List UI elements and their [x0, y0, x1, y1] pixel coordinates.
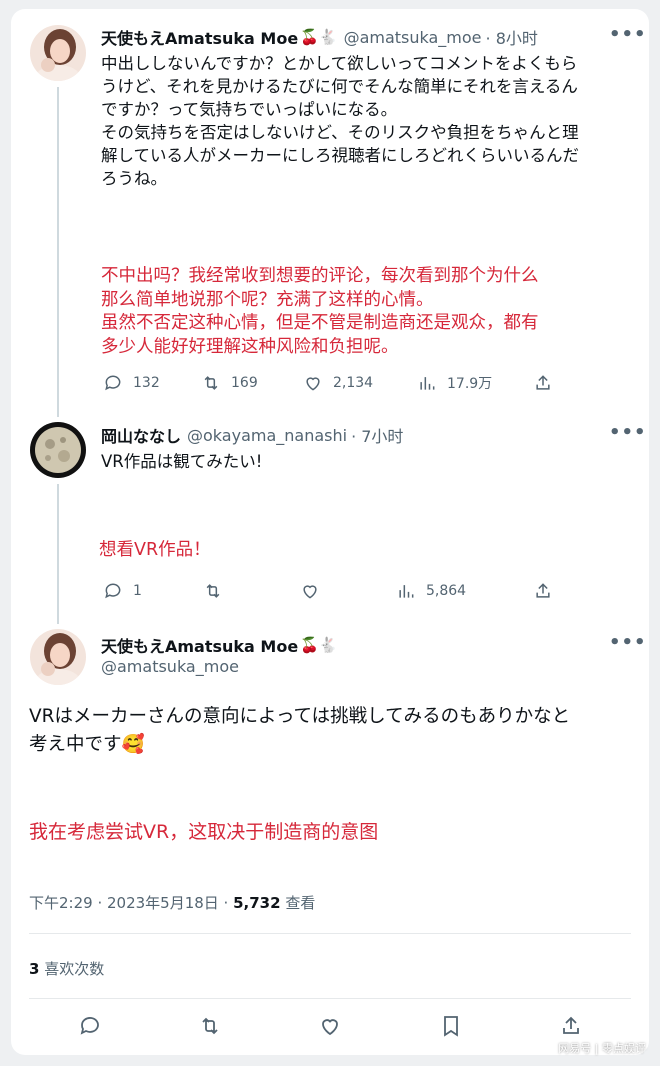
tweet2-like-button[interactable]: [300, 581, 320, 601]
tweet3-share-button[interactable]: [559, 1014, 583, 1038]
tweet3-like-button[interactable]: [318, 1014, 342, 1038]
tweet1-like-button[interactable]: 2,134: [303, 373, 373, 393]
watermark: 网易号 | 零点娱评: [558, 1042, 646, 1055]
tweet1-header: 天使もえAmatsuka Moe 🍒🐇 @amatsuka_moe · 8小时: [101, 25, 538, 49]
tweet1-reply-button[interactable]: 132: [103, 373, 160, 393]
tweet2-display-name[interactable]: 岡山ななし: [101, 423, 181, 447]
tweet2-reply-count: 1: [133, 583, 142, 599]
heart-icon: [306, 377, 320, 391]
tweet3-bookmark-button[interactable]: [439, 1014, 463, 1038]
tweet1-views-button[interactable]: 17.9万: [417, 373, 492, 393]
tweet3-view-count: 5,732: [233, 894, 281, 912]
tweet3-handle[interactable]: @amatsuka_moe: [101, 657, 239, 676]
reply-icon: [80, 1017, 99, 1035]
divider: [29, 998, 631, 999]
retweet-icon: [204, 376, 218, 390]
tweet3-name-emojis: 🍒🐇: [300, 636, 338, 654]
views-chart-icon: [399, 585, 414, 598]
tweet2-handle[interactable]: @okayama_nanashi: [187, 426, 347, 445]
divider: [29, 933, 631, 934]
tweet3-handle-row: @amatsuka_moe: [101, 657, 239, 676]
tweet1-like-count: 2,134: [333, 375, 374, 391]
tweet1-time[interactable]: · 8小时: [486, 25, 538, 49]
retweet-icon: [202, 1017, 218, 1035]
tweet3-text: VRはメーカーさんの意向によっては挑戦してみるのもありかなと 考え中です🥰: [29, 706, 571, 755]
tweet2-retweet-button[interactable]: [203, 581, 223, 601]
thread-line: [57, 484, 59, 624]
tweet3-reply-button[interactable]: [78, 1014, 102, 1038]
tweet3-display-name[interactable]: 天使もえAmatsuka Moe: [101, 633, 298, 657]
tweet2-time[interactable]: · 7小时: [351, 423, 403, 447]
avatar-amatsuka-moe[interactable]: [30, 25, 86, 81]
tweet-thread-card: 天使もえAmatsuka Moe 🍒🐇 @amatsuka_moe · 8小时 …: [11, 9, 649, 1055]
tweet3-timestamp[interactable]: 下午2:29 · 2023年5月18日 ·: [29, 894, 233, 912]
reply-icon: [105, 375, 121, 391]
tweet2-more-icon[interactable]: •••: [609, 422, 647, 443]
tweet1-retweet-count: 169: [231, 375, 258, 391]
heart-icon: [303, 585, 317, 599]
tweet1-translation: 不中出吗？我经常收到想要的评论，每次看到那个为什么 那么简单地说那个呢？充满了这…: [101, 266, 539, 357]
reply-icon: [105, 583, 121, 599]
retweet-icon: [206, 584, 220, 598]
share-icon: [536, 375, 550, 390]
tweet1-share-button[interactable]: [533, 373, 553, 393]
tweet1-more-icon[interactable]: •••: [609, 24, 647, 45]
bookmark-icon: [444, 1016, 458, 1037]
avatar-okayama-nanashi[interactable]: [30, 422, 86, 478]
tweet3-likes-summary[interactable]: 3 喜欢次数: [29, 958, 104, 979]
heart-icon: [322, 1019, 338, 1036]
tweet3-likes-count: 3: [29, 960, 40, 978]
tweet1-retweet-button[interactable]: 169: [201, 373, 258, 393]
tweet3-header: 天使もえAmatsuka Moe 🍒🐇: [101, 633, 338, 657]
tweet1-name-emojis: 🍒🐇: [300, 28, 338, 46]
tweet3-likes-label: 喜欢次数: [39, 960, 105, 978]
share-icon: [536, 583, 550, 598]
tweet2-header: 岡山ななし @okayama_nanashi · 7小时: [101, 423, 403, 447]
tweet1-handle[interactable]: @amatsuka_moe: [344, 28, 482, 47]
tweet1-view-count: 17.9万: [447, 376, 493, 392]
tweet3-more-icon[interactable]: •••: [609, 632, 647, 653]
tweet3-meta: 下午2:29 · 2023年5月18日 · 5,732 查看: [29, 892, 315, 913]
avatar-amatsuka-moe[interactable]: [30, 629, 86, 685]
tweet2-text: VR作品は観てみたい!: [101, 452, 263, 471]
tweet1-reply-count: 132: [133, 375, 160, 391]
tweet2-view-count: 5,864: [426, 583, 467, 599]
tweet2-reply-button[interactable]: 1: [103, 581, 142, 601]
tweet2-views-button[interactable]: 5,864: [396, 581, 466, 601]
share-icon: [563, 1016, 579, 1034]
tweet2-share-button[interactable]: [533, 581, 553, 601]
tweet3-retweet-button[interactable]: [198, 1014, 222, 1038]
tweet1-display-name[interactable]: 天使もえAmatsuka Moe: [101, 25, 298, 49]
tweet2-translation: 想看VR作品！: [99, 540, 211, 560]
tweet3-view-label: 查看: [280, 894, 316, 912]
thread-line: [57, 87, 59, 417]
tweet3-translation: 我在考虑尝试VR，这取决于制造商的意图: [29, 821, 379, 843]
views-chart-icon: [420, 377, 435, 390]
tweet1-text: 中出ししないんですか？とかして欲しいってコメントをよくもら うけど、それを見かけ…: [101, 54, 580, 188]
